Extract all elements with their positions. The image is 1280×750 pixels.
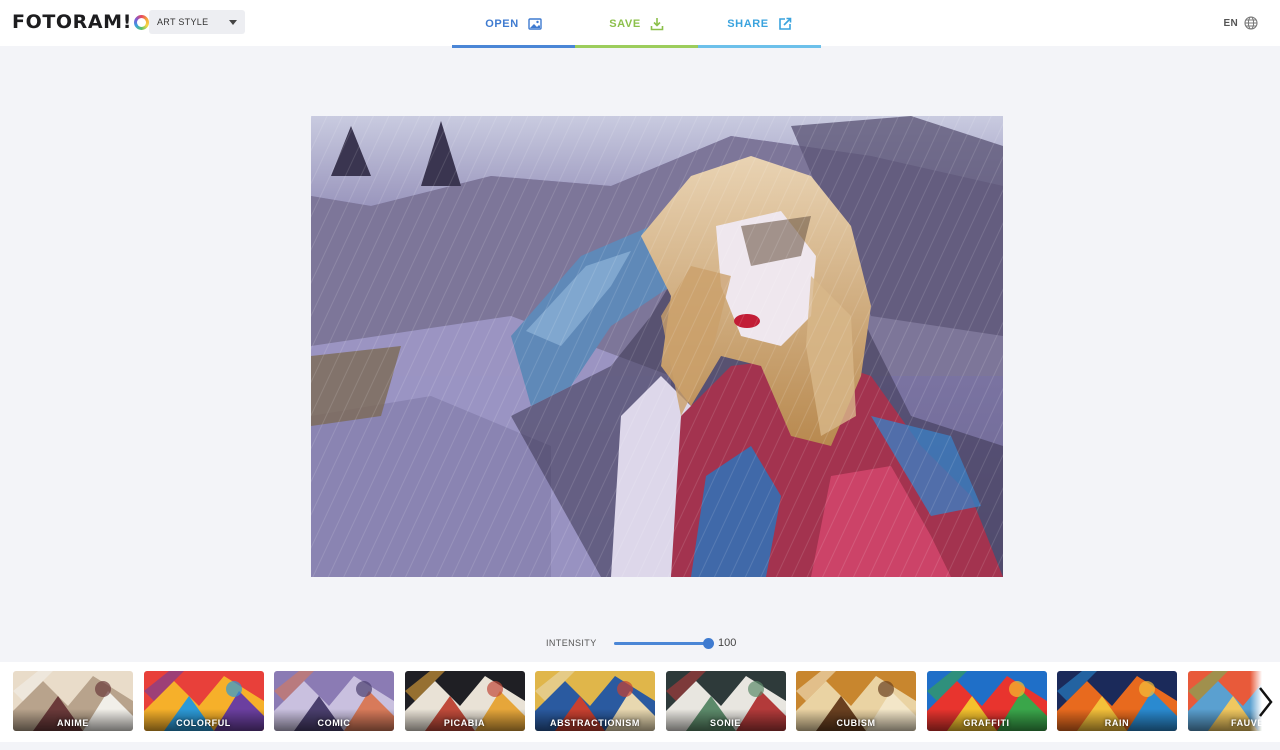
filter-label: SONIE: [709, 718, 741, 728]
intensity-value: 100: [718, 637, 737, 649]
share-underline: [698, 45, 821, 48]
download-icon: [650, 18, 664, 31]
language-selector[interactable]: EN: [1224, 16, 1259, 30]
filter-thumb-rain[interactable]: RAIN: [1057, 671, 1177, 731]
open-underline: [452, 45, 575, 48]
art-style-dropdown[interactable]: ART STYLE: [149, 10, 245, 34]
stylized-photo: [311, 116, 1003, 577]
filter-label: ABSTRACTIONISM: [550, 718, 640, 728]
intensity-label: INTENSITY: [546, 638, 597, 648]
share-label: SHARE: [727, 18, 769, 30]
intensity-control: INTENSITY 100: [546, 634, 736, 652]
save-label: SAVE: [609, 18, 641, 30]
open-button[interactable]: OPEN: [452, 0, 575, 48]
filter-thumb-sonie[interactable]: SONIE: [665, 671, 786, 731]
logo-ring-icon: [133, 14, 149, 30]
filter-thumb-cubism[interactable]: CUBISM: [796, 671, 916, 731]
share-icon: [778, 17, 792, 30]
filter-label: COLORFUL: [176, 718, 231, 728]
filter-label: ANIME: [57, 718, 89, 728]
logo-text: FOTORAM: [12, 11, 123, 33]
filter-label: GRAFFITI: [963, 718, 1010, 728]
open-label: OPEN: [485, 18, 519, 30]
filter-label: RAIN: [1104, 718, 1130, 728]
artwork-preview: [311, 116, 1003, 577]
filter-label: CUBISM: [836, 718, 876, 728]
intensity-slider-knob[interactable]: [703, 637, 714, 649]
filter-label: COMIC: [317, 718, 351, 728]
filter-thumb-comic[interactable]: COMIC: [274, 671, 394, 731]
image-icon: [528, 18, 542, 30]
main-actions: OPEN SAVE SHARE: [452, 0, 821, 48]
filter-thumb-picabia[interactable]: PICABIA: [404, 671, 525, 731]
filter-label: PICABIA: [443, 718, 486, 728]
intensity-slider-fill: [614, 641, 708, 645]
chevron-right-icon: [1259, 687, 1273, 717]
intensity-slider[interactable]: [614, 637, 714, 649]
next-filters-button[interactable]: [1250, 662, 1280, 742]
filter-thumb-anime[interactable]: ANIME: [13, 671, 133, 731]
filter-thumb-abstractionism[interactable]: ABSTRACTIONISM: [535, 671, 655, 731]
save-button[interactable]: SAVE: [575, 0, 698, 48]
share-button[interactable]: SHARE: [698, 0, 821, 48]
language-code: EN: [1223, 17, 1238, 29]
save-underline: [575, 45, 698, 48]
art-filter-strip: ANIME COLORFUL COMIC PICABIA ABSTRACTIONISM S…: [0, 662, 1280, 742]
art-style-dropdown-value: ART STYLE: [157, 17, 209, 27]
app-logo[interactable]: FOTORAM !: [12, 11, 149, 33]
chevron-down-icon: [229, 20, 237, 25]
filter-thumb-colorful[interactable]: COLORFUL: [143, 671, 264, 731]
filter-thumb-graffiti[interactable]: GRAFFITI: [926, 671, 1047, 731]
globe-icon: [1244, 16, 1258, 30]
logo-exclamation: !: [122, 11, 132, 33]
top-bar: FOTORAM ! ART STYLE OPEN SAVE SHARE EN: [0, 0, 1280, 48]
